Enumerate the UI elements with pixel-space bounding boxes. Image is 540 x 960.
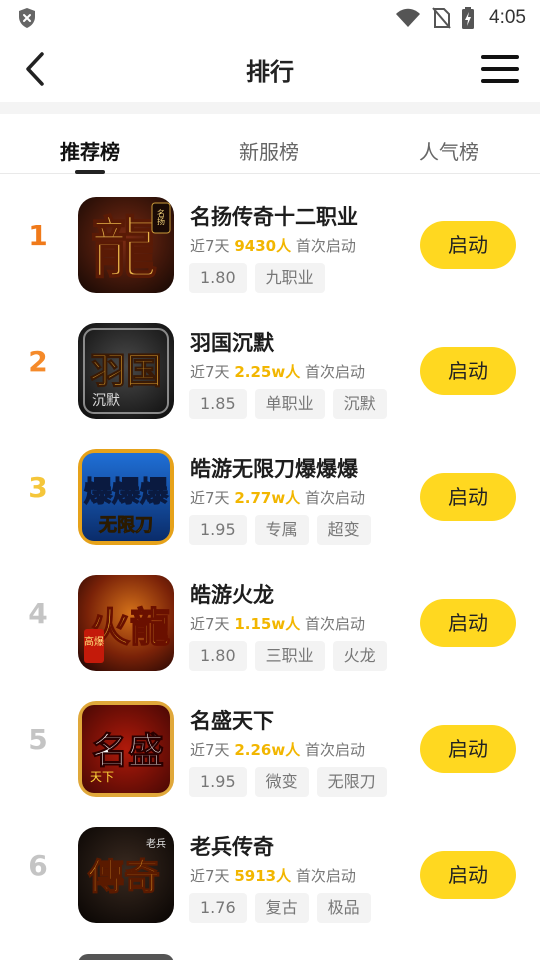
tag-list: 1.95 微变 无限刀 [189, 767, 387, 797]
icon-art-badge: 天下 [90, 770, 114, 784]
tag-list: 1.80 三职业 火龙 [189, 641, 387, 671]
page-title: 排行 [246, 58, 294, 86]
tag-list: 1.85 单职业 沉默 [189, 389, 387, 419]
icon-art-badge: 名扬 [157, 208, 166, 226]
next-game-icon-partial [78, 954, 174, 960]
tag: 1.85 [189, 389, 247, 419]
icon-art-glyph: 龍 [91, 209, 157, 287]
icon-art-glyph: 名盛 [92, 730, 164, 772]
status-bar: 4:05 [0, 0, 540, 36]
launch-count: 1.15w人 [234, 615, 301, 633]
launch-stat: 近7天 9430人 首次启动 [190, 237, 356, 255]
tag: 火龙 [332, 641, 387, 671]
game-name: 名扬传奇十二职业 [190, 205, 358, 229]
rank-number: 5 [28, 723, 48, 756]
icon-art-badge: 老兵 [146, 837, 166, 850]
launch-count: 2.77w人 [234, 489, 301, 507]
launch-count: 9430人 [234, 237, 292, 255]
list-item[interactable]: 4 火龍 高爆 皓游火龙 近7天 1.15w人 首次启动 1.80 三职业 火龙… [0, 563, 540, 675]
tag: 单职业 [254, 389, 325, 419]
tab-recommended[interactable]: 推荐榜 [30, 136, 150, 165]
tab-new-servers[interactable]: 新服榜 [209, 136, 329, 165]
launch-stat: 近7天 5913人 首次启动 [190, 867, 356, 885]
battery-charging-icon [462, 7, 475, 29]
tag: 1.95 [189, 767, 247, 797]
tag: 三职业 [254, 641, 325, 671]
tag: 极品 [316, 893, 371, 923]
launch-button[interactable]: 启动 [420, 599, 516, 647]
ranking-tabs: 推荐榜 新服榜 人气榜 [0, 114, 540, 174]
launch-button[interactable]: 启动 [420, 347, 516, 395]
list-item[interactable]: 2 羽国 沉默 羽国沉默 近7天 2.25w人 首次启动 1.85 单职业 沉默… [0, 311, 540, 423]
game-icon[interactable]: 羽国 沉默 [78, 323, 174, 419]
game-icon[interactable]: 名盛 天下 [78, 701, 174, 797]
game-name: 老兵传奇 [190, 835, 274, 859]
launch-stat: 近7天 1.15w人 首次启动 [190, 615, 365, 633]
tag: 1.80 [189, 263, 247, 293]
game-icon[interactable]: 龍 名扬 [78, 197, 174, 293]
header-divider [0, 102, 540, 114]
launch-button[interactable]: 启动 [420, 851, 516, 899]
launch-button[interactable]: 启动 [420, 473, 516, 521]
rank-number: 3 [28, 471, 48, 504]
rank-number: 6 [28, 849, 48, 882]
tag: 沉默 [332, 389, 387, 419]
launch-count: 5913人 [234, 867, 292, 885]
list-item[interactable]: 1 龍 名扬 名扬传奇十二职业 近7天 9430人 首次启动 1.80 九职业 … [0, 185, 540, 297]
shield-x-icon [19, 8, 35, 28]
icon-art-glyph: 傳奇 [87, 856, 160, 898]
game-name: 皓游无限刀爆爆爆 [190, 457, 358, 481]
tag-list: 1.76 复古 极品 [189, 893, 371, 923]
game-icon[interactable]: 火龍 高爆 [78, 575, 174, 671]
icon-art-badge: 沉默 [92, 393, 120, 409]
list-item[interactable]: 3 爆爆爆 无限刀 皓游无限刀爆爆爆 近7天 2.77w人 首次启动 1.95 … [0, 437, 540, 549]
list-item[interactable]: 6 傳奇 老兵 老兵传奇 近7天 5913人 首次启动 1.76 复古 极品 启… [0, 815, 540, 927]
wifi-icon [396, 8, 421, 27]
launch-stat: 近7天 2.25w人 首次启动 [190, 363, 365, 381]
tag: 1.76 [189, 893, 247, 923]
launch-stat: 近7天 2.26w人 首次启动 [190, 741, 365, 759]
tag: 1.95 [189, 515, 247, 545]
icon-art-glyph: 羽国 [90, 350, 162, 392]
game-name: 名盛天下 [190, 709, 274, 733]
launch-count: 2.26w人 [234, 741, 301, 759]
game-name: 羽国沉默 [190, 331, 274, 355]
tab-popularity[interactable]: 人气榜 [389, 136, 509, 165]
tag: 九职业 [254, 263, 325, 293]
icon-art-badge: 无限刀 [99, 515, 153, 536]
rank-number: 2 [28, 345, 48, 378]
icon-art-badge: 高爆 [84, 635, 104, 648]
tag: 专属 [254, 515, 309, 545]
game-icon[interactable]: 爆爆爆 无限刀 [78, 449, 174, 545]
icon-art-glyph: 爆爆爆 [84, 475, 169, 508]
clock: 4:05 [489, 7, 526, 28]
tag-list: 1.80 九职业 [189, 263, 325, 293]
tag: 1.80 [189, 641, 247, 671]
tag: 无限刀 [316, 767, 387, 797]
tag: 微变 [254, 767, 309, 797]
no-sim-icon [432, 7, 451, 29]
tag: 复古 [254, 893, 309, 923]
game-name: 皓游火龙 [190, 583, 274, 607]
active-tab-indicator [75, 170, 105, 174]
list-item[interactable]: 5 名盛 天下 名盛天下 近7天 2.26w人 首次启动 1.95 微变 无限刀… [0, 689, 540, 801]
game-icon[interactable]: 傳奇 老兵 [78, 827, 174, 923]
rank-number: 4 [28, 597, 48, 630]
rank-number: 1 [28, 219, 48, 252]
launch-button[interactable]: 启动 [420, 221, 516, 269]
launch-button[interactable]: 启动 [420, 725, 516, 773]
launch-count: 2.25w人 [234, 363, 301, 381]
launch-stat: 近7天 2.77w人 首次启动 [190, 489, 365, 507]
tag-list: 1.95 专属 超变 [189, 515, 371, 545]
hamburger-menu-icon[interactable] [480, 52, 520, 86]
tag: 超变 [316, 515, 371, 545]
app-header: 排行 [0, 36, 540, 102]
